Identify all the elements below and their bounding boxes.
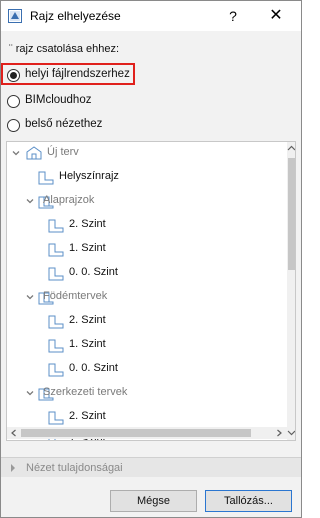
scroll-left-arrow-icon[interactable] [10,429,18,437]
radio-button[interactable] [7,119,20,132]
story-view-icon [47,337,65,353]
close-button[interactable]: ✕ [263,6,289,26]
radio-internal-view[interactable]: belső nézethez [5,115,205,135]
tree-item[interactable]: 0. 0. Szint [7,358,283,382]
horizontal-scrollbar[interactable] [7,427,287,439]
radio-local-filesystem[interactable]: helyi fájlrendszerhez [5,65,205,85]
radio-bimcloud[interactable]: BIMcloudhoz [5,91,205,111]
tree-item-label: 1. Szint [69,338,106,350]
tree-item-label: Födémtervek [43,290,108,302]
site-plan-icon [37,169,55,185]
chevron-down-icon[interactable] [11,148,21,158]
window-title: Rajz elhelyezése [30,9,121,23]
scroll-up-arrow-icon[interactable] [287,144,296,153]
chevron-down-icon[interactable] [25,292,35,302]
radio-label: BIMcloudhoz [25,94,92,106]
cancel-button[interactable]: Mégse [110,490,197,512]
attach-to-label: ¨ rajz csatolása ehhez: [9,43,120,55]
tree-item-label: 2. Szint [69,410,106,422]
tree-item-label: Új terv [47,146,79,158]
tree-item[interactable]: Alaprajzok [7,190,283,214]
app-icon [8,9,22,23]
tree-item-label: 2. Szint [69,218,106,230]
tree-item-label: 1. Szint [69,242,106,254]
tree-item[interactable]: Új terv [7,142,283,166]
view-properties-bar[interactable]: Nézet tulajdonságai [1,457,301,477]
title-bar: Rajz elhelyezése ? ✕ [1,1,301,31]
tree-item-label: 0. 0. Szint [69,266,118,278]
tree-item[interactable]: 0. 0. Szint [7,262,283,286]
vertical-scroll-thumb[interactable] [288,158,295,270]
tree-item-label: Helyszínrajz [59,170,119,182]
radio-button[interactable] [7,95,20,108]
vertical-scrollbar[interactable] [287,142,296,440]
story-view-icon [47,313,65,329]
story-view-icon [47,361,65,377]
horizontal-scroll-thumb[interactable] [21,429,251,437]
view-tree[interactable]: Új terv Helyszínrajz Alaprajzok 2. Szint 1. … [6,141,296,441]
tree-item[interactable]: 2. Szint [7,310,283,334]
tree-item[interactable]: Helyszínrajz [7,166,283,190]
tree-item[interactable]: 1. Szint [7,238,283,262]
project-icon [25,145,43,161]
story-view-icon [47,265,65,281]
story-view-icon [47,217,65,233]
tree-item-label: 2. Szint [69,314,106,326]
radio-label: belső nézethez [25,118,103,130]
view-properties-label: Nézet tulajdonságai [26,462,123,474]
tree-item-label: Alaprajzok [43,194,95,206]
chevron-right-icon[interactable] [9,463,17,473]
story-view-icon [47,409,65,425]
scroll-down-arrow-icon[interactable] [287,428,296,437]
chevron-down-icon[interactable] [25,196,35,206]
tree-item-label: 0. 0. Szint [69,362,118,374]
story-view-icon [47,241,65,257]
tree-item-label: Szerkezeti tervek [43,386,128,398]
place-drawing-dialog: Rajz elhelyezése ? ✕ ¨ rajz csatolása eh… [0,0,302,518]
scroll-right-arrow-icon[interactable] [275,429,283,437]
help-button[interactable]: ? [223,6,243,26]
tree-item[interactable]: 1. Szint [7,334,283,358]
radio-button-checked[interactable] [7,69,20,82]
tree-item[interactable]: Födémtervek [7,286,283,310]
browse-button[interactable]: Tallózás... [205,490,292,512]
tree-item[interactable]: 2. Szint [7,214,283,238]
radio-label: helyi fájlrendszerhez [25,68,130,80]
chevron-down-icon[interactable] [25,388,35,398]
tree-item[interactable]: Szerkezeti tervek [7,382,283,406]
